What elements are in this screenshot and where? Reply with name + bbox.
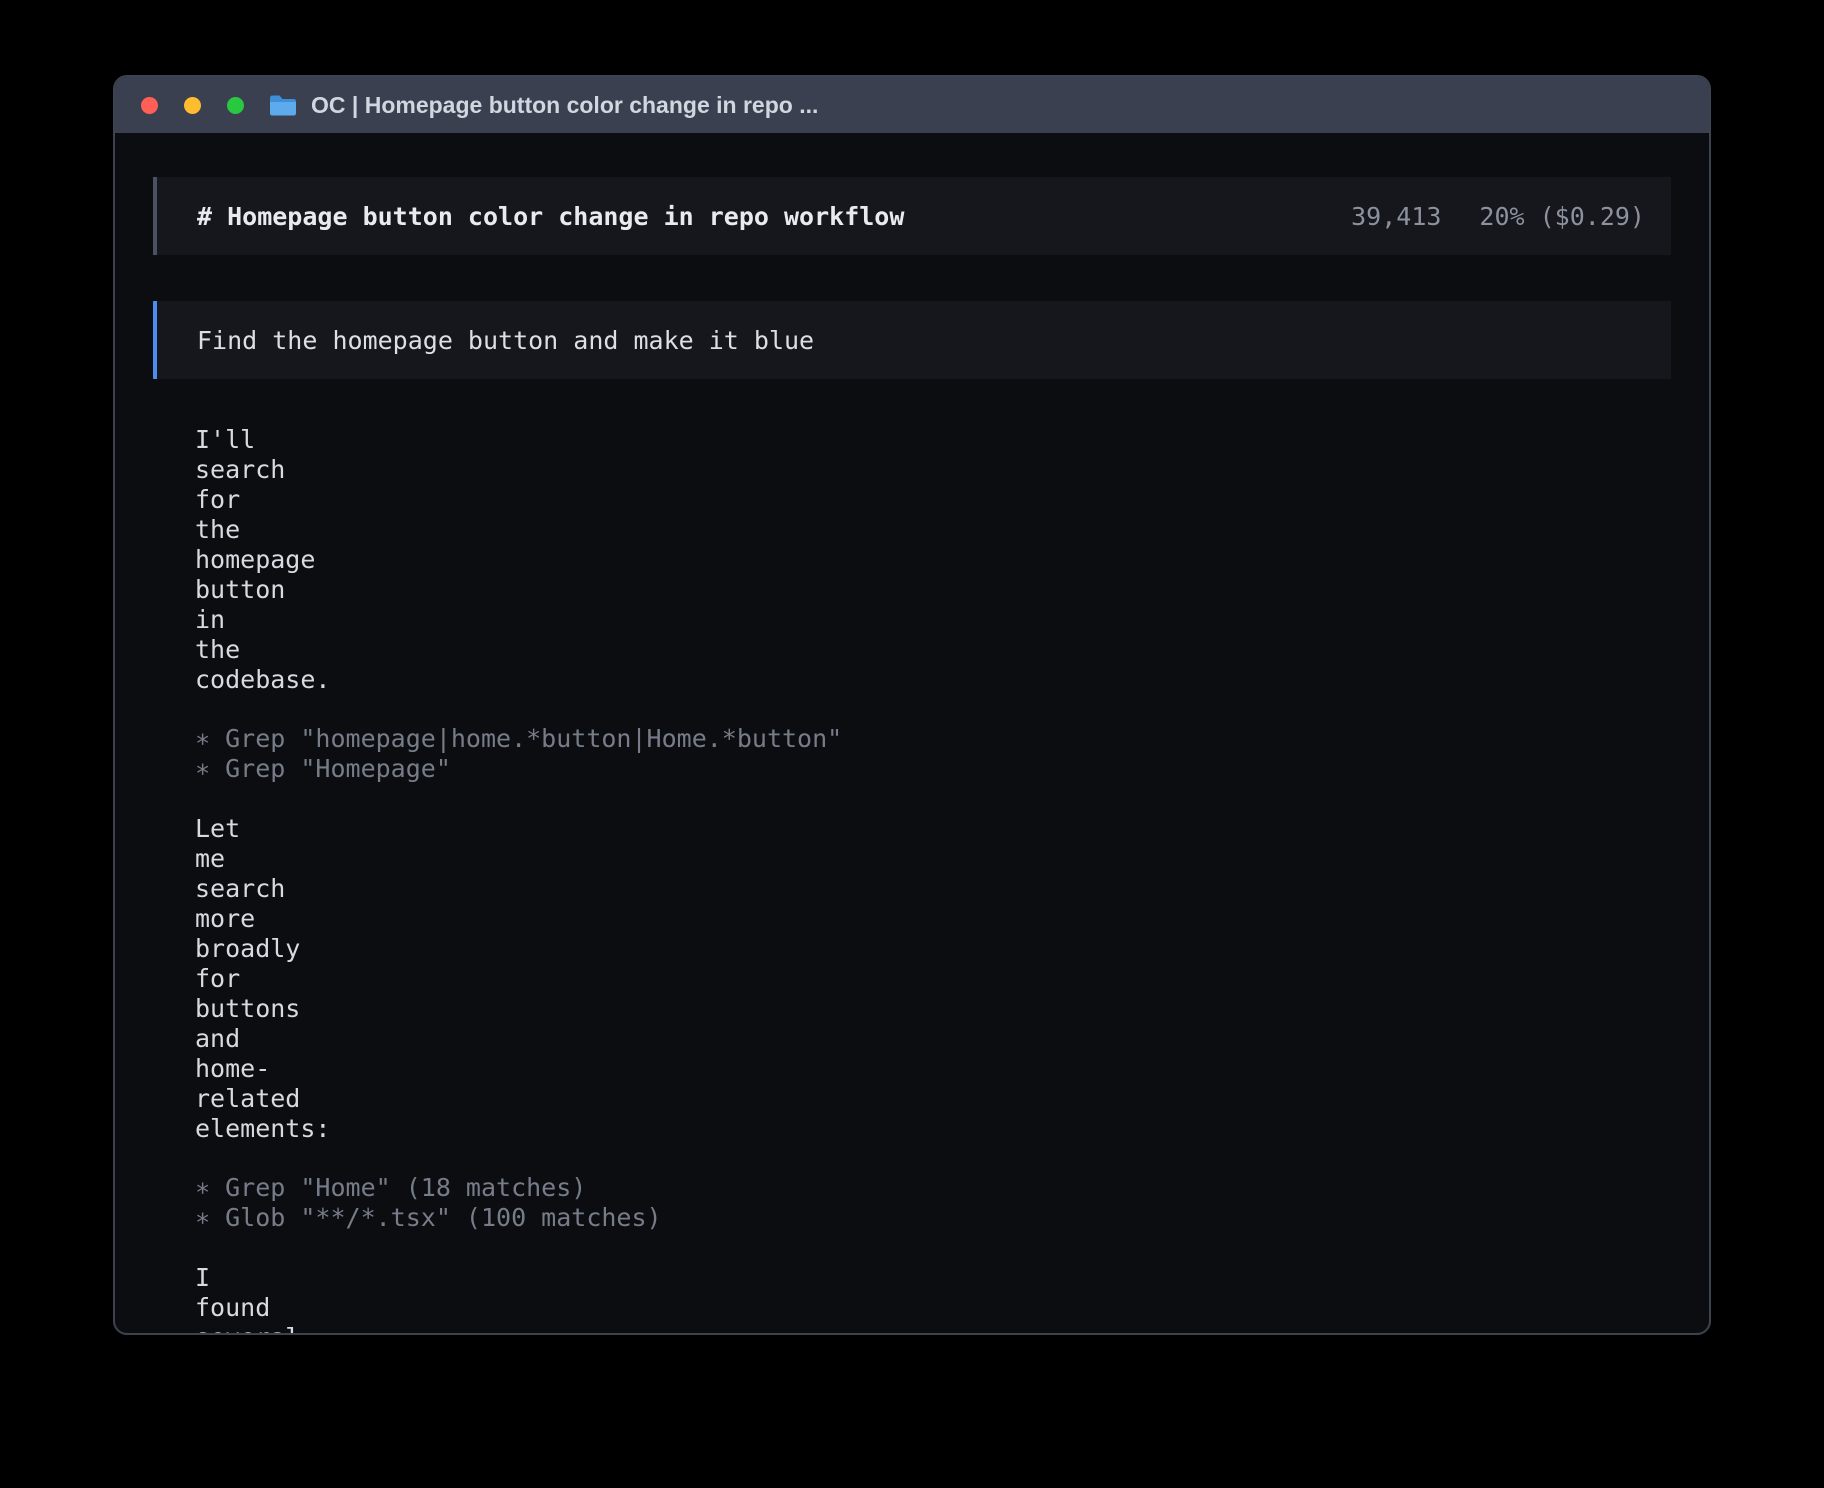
tool-call-grep: ∗ Grep "Home" (18 matches) [195, 1173, 1671, 1203]
session-stats: 39,413 20% ($0.29) [1351, 202, 1645, 231]
tool-call-group: ∗ Grep "Home" (18 matches) ∗ Glob "**/*.… [195, 1173, 1671, 1233]
tool-call-group: ∗ Grep "homepage|home.*button|Home.*butt… [195, 724, 1671, 784]
folder-icon [268, 93, 298, 118]
terminal-window: OC | Homepage button color change in rep… [113, 75, 1711, 1335]
user-message: Find the homepage button and make it blu… [153, 301, 1671, 379]
assistant-message: I'll search for the homepage button in t… [195, 425, 1671, 694]
session-title: # Homepage button color change in repo w… [197, 202, 904, 231]
tool-call-grep: ∗ Grep "homepage|home.*button|Home.*butt… [195, 724, 1671, 754]
window-title: OC | Homepage button color change in rep… [311, 92, 818, 119]
context-usage: 20% ($0.29) [1479, 202, 1645, 231]
assistant-text: Let me search more broadly for buttons a… [195, 814, 212, 831]
assistant-text: I'll search for the homepage button in t… [195, 425, 212, 442]
assistant-text: I found several "Home" links. Let me loo… [195, 1263, 212, 1280]
conversation-log: I'll search for the homepage button in t… [153, 425, 1671, 1335]
titlebar[interactable]: OC | Homepage button color change in rep… [115, 77, 1709, 133]
traffic-lights [141, 97, 244, 114]
tool-call-glob: ∗ Glob "**/*.tsx" (100 matches) [195, 1203, 1671, 1233]
assistant-message: Let me search more broadly for buttons a… [195, 814, 1671, 1143]
window-title-group: OC | Homepage button color change in rep… [268, 92, 818, 119]
close-button[interactable] [141, 97, 158, 114]
session-header: # Homepage button color change in repo w… [153, 177, 1671, 255]
terminal-content: # Homepage button color change in repo w… [115, 133, 1709, 1335]
token-count: 39,413 [1351, 202, 1441, 231]
user-message-text: Find the homepage button and make it blu… [197, 326, 814, 355]
tool-call-grep: ∗ Grep "Homepage" [195, 754, 1671, 784]
assistant-message: I found several "Home" links. Let me loo… [195, 1263, 1671, 1335]
minimize-button[interactable] [184, 97, 201, 114]
zoom-button[interactable] [227, 97, 244, 114]
